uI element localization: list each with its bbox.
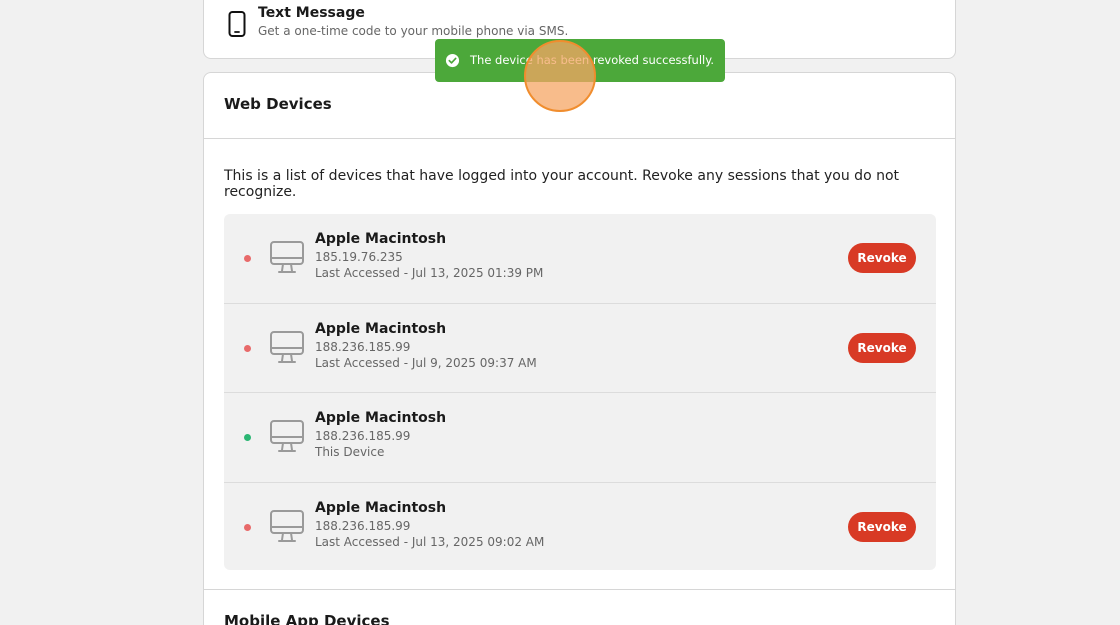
mobile-devices-card: Mobile App Devices — [203, 589, 956, 625]
monitor-icon — [270, 241, 304, 273]
monitor-icon — [270, 509, 304, 542]
sms-title: Text Message — [258, 5, 365, 21]
status-dot-inactive — [244, 344, 251, 352]
revoke-button[interactable]: Revoke — [848, 243, 916, 273]
device-row: Apple Macintosh 188.236.185.99 Last Acce… — [224, 483, 936, 573]
check-circle-icon — [445, 53, 460, 68]
device-name: Apple Macintosh — [315, 499, 447, 516]
monitor-icon — [270, 420, 304, 452]
web-devices-title: Web Devices — [224, 95, 332, 113]
device-last-accessed: Last Accessed - Jul 9, 2025 09:37 AM — [315, 355, 537, 370]
device-list: Apple Macintosh 185.19.76.235 Last Acces… — [224, 214, 936, 570]
smartphone-icon — [228, 11, 246, 37]
device-ip: 188.236.185.99 — [315, 518, 411, 533]
device-ip: 185.19.76.235 — [315, 250, 403, 264]
sms-description: Get a one-time code to your mobile phone… — [258, 24, 569, 38]
device-name: Apple Macintosh — [315, 231, 447, 247]
revoke-button[interactable]: Revoke — [848, 332, 916, 363]
device-row: Apple Macintosh 188.236.185.99 Last Acce… — [224, 304, 936, 393]
device-name: Apple Macintosh — [315, 410, 447, 426]
device-row: Apple Macintosh 188.236.185.99 This Devi… — [224, 393, 936, 483]
device-ip: 188.236.185.99 — [315, 429, 411, 443]
cursor-click-indicator — [524, 40, 596, 112]
device-current-label: This Device — [315, 445, 385, 459]
status-dot-inactive — [244, 523, 251, 531]
web-devices-description: This is a list of devices that have logg… — [224, 168, 900, 200]
device-last-accessed: Last Accessed - Jul 13, 2025 09:02 AM — [315, 534, 545, 549]
monitor-icon — [270, 330, 304, 363]
web-devices-card: Web Devices This is a list of devices th… — [203, 72, 956, 592]
status-dot-active — [244, 434, 251, 441]
device-row: Apple Macintosh 185.19.76.235 Last Acces… — [224, 214, 936, 304]
revoke-button[interactable]: Revoke — [848, 511, 916, 542]
device-last-accessed: Last Accessed - Jul 13, 2025 01:39 PM — [315, 266, 544, 280]
device-name: Apple Macintosh — [315, 320, 447, 337]
status-dot-inactive — [244, 255, 251, 262]
device-ip: 188.236.185.99 — [315, 339, 411, 354]
mobile-devices-title: Mobile App Devices — [224, 612, 390, 625]
